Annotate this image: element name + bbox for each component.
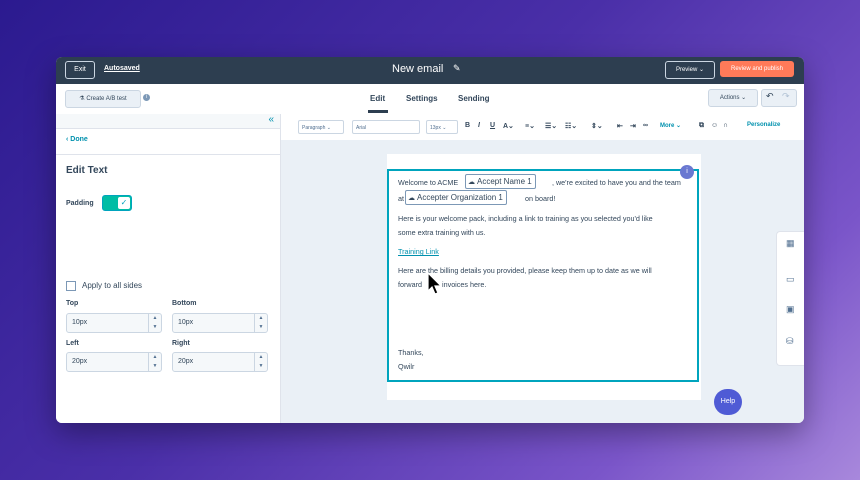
personalization-token[interactable]: ☁ Accepter Organization 1 bbox=[405, 190, 507, 205]
pencil-icon[interactable]: ✎ bbox=[453, 63, 461, 74]
mouse-cursor-icon bbox=[427, 272, 443, 295]
email-text[interactable]: some extra training with us. bbox=[398, 228, 486, 237]
active-tab-indicator bbox=[368, 110, 388, 113]
done-row: ‹ Done bbox=[56, 128, 280, 155]
tab-edit[interactable]: Edit bbox=[370, 94, 385, 103]
email-text[interactable]: at bbox=[398, 194, 404, 203]
bottom-padding-input[interactable]: 10px ▲ ▼ bbox=[172, 313, 268, 333]
layout-icon[interactable]: ▦ bbox=[786, 238, 795, 249]
stepper-arrows-icon[interactable]: ▲ ▼ bbox=[148, 353, 161, 371]
paragraph-select[interactable]: Paragraph ⌄ bbox=[298, 120, 344, 134]
rich-text-toolbar: Paragraph ⌄ Arial 13px ⌄ B I U A⌄ ≡⌄ ☰⌄ … bbox=[281, 114, 804, 141]
exit-button[interactable]: Exit bbox=[65, 61, 95, 79]
size-select-value: 13px bbox=[430, 125, 441, 131]
review-publish-button[interactable]: Review and publish bbox=[720, 61, 794, 77]
bold-icon[interactable]: B bbox=[465, 122, 470, 129]
stepper-arrows-icon[interactable]: ▲ ▼ bbox=[254, 314, 267, 332]
token-icon: ☁ bbox=[408, 195, 415, 202]
email-text[interactable]: on board! bbox=[525, 194, 555, 203]
align-icon[interactable]: ≡⌄ bbox=[525, 122, 535, 130]
numbered-list-icon[interactable]: ☷⌄ bbox=[565, 122, 577, 130]
font-select-value: Arial bbox=[356, 125, 367, 131]
autosaved-link[interactable]: Autosaved bbox=[104, 65, 140, 72]
redo-icon[interactable]: ↷ bbox=[782, 91, 790, 102]
undo-icon[interactable]: ↶ bbox=[766, 91, 774, 102]
left-padding-value: 20px bbox=[72, 358, 88, 365]
email-text[interactable]: invoices here. bbox=[442, 280, 486, 289]
apply-all-sides-checkbox[interactable] bbox=[66, 281, 76, 291]
email-canvas: i Welcome to ACME ☁ Accept Name 1 , we're… bbox=[281, 140, 804, 423]
help-button[interactable]: Help bbox=[714, 389, 742, 415]
actions-button[interactable]: Actions ⌄ bbox=[708, 89, 758, 107]
tab-bar: ⚗ Create A/B test i Edit Settings Sendin… bbox=[56, 84, 804, 115]
done-label: Done bbox=[70, 136, 88, 143]
font-select[interactable]: Arial bbox=[352, 120, 420, 134]
indent-decrease-icon[interactable]: ⇤ bbox=[617, 122, 623, 130]
token-icon: ☁ bbox=[468, 179, 475, 186]
right-tool-sidebar: ▦ ▭ ▣ ⛁ bbox=[776, 231, 804, 366]
email-text[interactable]: Here is your welcome pack, including a l… bbox=[398, 214, 653, 223]
create-ab-test-button[interactable]: ⚗ Create A/B test bbox=[65, 90, 141, 108]
headset-icon[interactable]: ∩ bbox=[723, 122, 728, 129]
email-text[interactable]: forward bbox=[398, 280, 422, 289]
database-icon[interactable]: ⛁ bbox=[786, 336, 794, 347]
personalization-token[interactable]: ☁ Accept Name 1 bbox=[465, 174, 536, 189]
padding-label: Padding bbox=[66, 200, 94, 207]
more-dropdown[interactable]: More ⌄ bbox=[660, 122, 681, 129]
comment-icon[interactable]: ▭ bbox=[786, 274, 795, 285]
collapse-icon[interactable]: « bbox=[268, 114, 274, 125]
email-text[interactable]: Qwilr bbox=[398, 362, 414, 371]
paragraph-select-value: Paragraph bbox=[302, 125, 326, 131]
left-label: Left bbox=[66, 340, 79, 347]
email-title[interactable]: New email bbox=[392, 63, 443, 75]
check-icon: ✓ bbox=[118, 197, 130, 209]
right-padding-input[interactable]: 20px ▲ ▼ bbox=[172, 352, 268, 372]
right-label: Right bbox=[172, 340, 190, 347]
preview-button[interactable]: Preview ⌄ bbox=[665, 61, 715, 79]
bullet-list-icon[interactable]: ☰⌄ bbox=[545, 122, 557, 130]
right-padding-value: 20px bbox=[178, 358, 194, 365]
done-link[interactable]: ‹ Done bbox=[66, 136, 88, 143]
size-select[interactable]: 13px ⌄ bbox=[426, 120, 458, 134]
left-padding-input[interactable]: 20px ▲ ▼ bbox=[66, 352, 162, 372]
link-icon[interactable]: ∞ bbox=[643, 122, 648, 129]
token-label: Accepter Organization 1 bbox=[417, 193, 503, 202]
emoji-icon[interactable]: ☺ bbox=[711, 122, 718, 129]
email-text[interactable]: Welcome to ACME bbox=[398, 178, 458, 187]
stepper-arrows-icon[interactable]: ▲ ▼ bbox=[254, 353, 267, 371]
italic-icon[interactable]: I bbox=[478, 122, 480, 129]
line-height-icon[interactable]: ⇕⌄ bbox=[591, 122, 603, 130]
tab-sending[interactable]: Sending bbox=[458, 94, 490, 103]
bottom-padding-value: 10px bbox=[178, 319, 194, 326]
apply-all-sides-label: Apply to all sides bbox=[82, 281, 143, 290]
panel-collapse-row: « bbox=[56, 114, 280, 129]
top-padding-input[interactable]: 10px ▲ ▼ bbox=[66, 313, 162, 333]
app-window: Exit Autosaved New email ✎ Preview ⌄ Rev… bbox=[56, 57, 804, 423]
text-color-icon[interactable]: A⌄ bbox=[503, 122, 514, 130]
padding-toggle[interactable]: ✓ bbox=[102, 195, 132, 211]
top-padding-value: 10px bbox=[72, 319, 88, 326]
edit-text-panel: « ‹ Done Edit Text Padding ✓ Apply to al… bbox=[56, 114, 281, 423]
indent-increase-icon[interactable]: ⇥ bbox=[630, 122, 636, 130]
calendar-icon[interactable]: ▣ bbox=[786, 304, 795, 315]
token-label: Accept Name 1 bbox=[477, 177, 532, 186]
underline-icon[interactable]: U bbox=[490, 122, 495, 129]
top-label: Top bbox=[66, 300, 79, 307]
ab-test-label: Create A/B test bbox=[86, 96, 127, 102]
panel-title: Edit Text bbox=[66, 165, 108, 176]
personalize-button[interactable]: Personalize bbox=[747, 122, 780, 128]
info-icon[interactable]: i bbox=[143, 94, 150, 101]
email-text[interactable]: , we're excited to have you and the team bbox=[552, 178, 681, 187]
bottom-label: Bottom bbox=[172, 300, 197, 307]
top-bar: Exit Autosaved New email ✎ Preview ⌄ Rev… bbox=[56, 57, 804, 84]
undo-redo-group: ↶ ↷ bbox=[761, 89, 797, 107]
training-link[interactable]: Training Link bbox=[398, 247, 439, 256]
stepper-arrows-icon[interactable]: ▲ ▼ bbox=[148, 314, 161, 332]
module-badge[interactable]: i bbox=[680, 165, 694, 179]
tab-settings[interactable]: Settings bbox=[406, 94, 438, 103]
merge-tag-icon[interactable]: ⧉ bbox=[699, 122, 704, 130]
email-text[interactable]: Thanks, bbox=[398, 348, 424, 357]
